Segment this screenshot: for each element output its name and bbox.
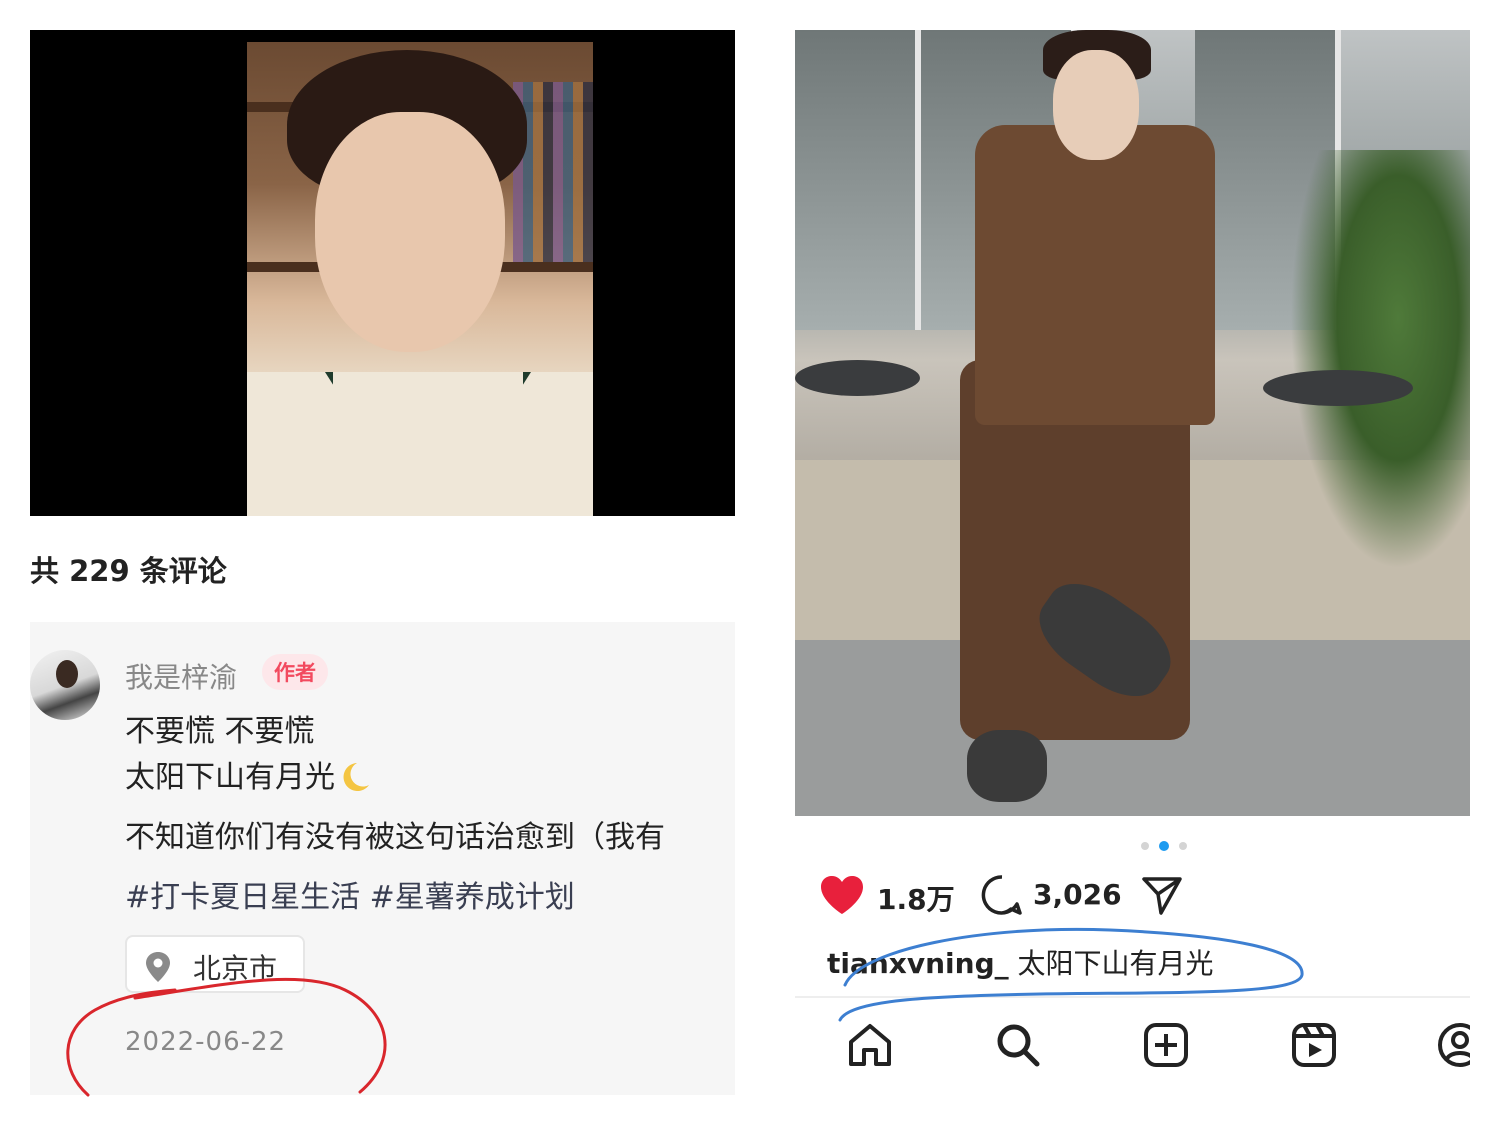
create-post-icon[interactable] [1141,1020,1191,1070]
round-table [1263,370,1413,406]
comment-username[interactable]: 我是梓渝 [125,656,237,696]
home-icon[interactable] [845,1020,895,1070]
comment-bubble-icon[interactable] [981,874,1023,916]
caption-text: 太阳下山有月光 [1008,947,1214,980]
window [795,30,921,330]
bottom-tab-bar [795,1020,1470,1080]
caption-username[interactable]: tianxvning_ [827,947,1009,980]
likes-count: 1.8万 [877,883,955,916]
shoe [967,730,1047,802]
comment-card: 我是梓渝 作者 不要慌 不要慌 太阳下山有月光 不知道你们有没有被这句话治愈到（… [30,622,735,1095]
round-table [795,360,920,396]
hashtags[interactable]: #打卡夏日星生活 #星薯养成计划 [125,872,575,916]
right-screenshot-panel: 1.8万 3,026 tianxvning_ 太阳下山有月光 [795,30,1470,1095]
post-caption: tianxvning_ 太阳下山有月光 [827,942,1214,982]
map-pin-icon [146,952,170,982]
comment-text-line: 不要慌 不要慌 [125,714,315,749]
share-send-icon[interactable] [1141,874,1183,916]
comments-count: 3,026 [1033,878,1122,911]
author-badge: 作者 [262,654,328,690]
books [513,82,593,262]
comment-date: 2022-06-22 [125,1027,287,1057]
avatar[interactable] [30,650,100,720]
carousel-dot [1141,842,1149,850]
location-text: 北京市 [193,952,278,985]
comments-count-heading: 共 229 条评论 [30,554,227,588]
video-thumbnail [247,42,593,516]
profile-icon[interactable] [1435,1020,1470,1070]
comment-text-line: 太阳下山有月光 [125,752,371,796]
carousel-indicator [1141,840,1191,852]
video-player[interactable] [30,30,735,516]
carousel-dot [1179,842,1187,850]
person-face [315,112,505,352]
person-jacket [975,125,1215,425]
comment-text: 太阳下山有月光 [125,760,335,795]
person-face [1053,50,1139,160]
comment-text-line: 不知道你们有没有被这句话治愈到（我有 [125,820,665,855]
left-screenshot-panel: 共 229 条评论 我是梓渝 作者 不要慌 不要慌 太阳下山有月光 不知道你们有… [30,30,735,1095]
post-actions: 1.8万 3,026 [819,872,1459,922]
person-shirt [247,372,593,516]
carousel-dot-active [1159,841,1169,851]
reels-icon[interactable] [1289,1020,1339,1070]
plant [1290,150,1470,570]
post-photo[interactable] [795,30,1470,816]
search-icon[interactable] [993,1020,1043,1070]
heart-icon[interactable] [819,874,865,916]
crescent-moon-icon [343,763,369,791]
location-chip[interactable]: 北京市 [125,935,305,993]
divider [795,996,1470,998]
